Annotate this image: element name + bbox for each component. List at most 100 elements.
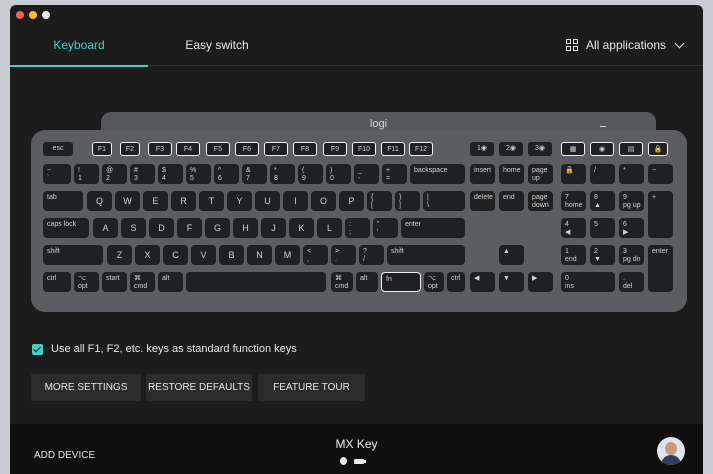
key-comma[interactable]: < , [303,245,328,265]
key-alt[interactable]: alt [158,272,183,292]
key-n5[interactable]: % 5 [186,164,211,184]
tab-easy-switch[interactable]: Easy switch [148,25,286,65]
key-p[interactable]: P [339,191,364,211]
key-n[interactable]: N [247,245,272,265]
key-ralt[interactable]: alt [356,272,378,292]
key-w[interactable]: W [115,191,140,211]
key-e[interactable]: E [143,191,168,211]
key-down[interactable]: ▼ [499,272,524,292]
key-rctrl[interactable]: ctrl [447,272,465,292]
key-esc[interactable]: esc [43,142,73,156]
key-kp0[interactable]: 0 ins [561,272,615,292]
key-f9[interactable]: F9 [323,142,347,156]
key-end[interactable]: end [499,191,524,211]
key-k[interactable]: K [289,218,314,238]
key-j[interactable]: J [261,218,286,238]
key-x[interactable]: X [135,245,160,265]
key-kp7[interactable]: 7 home [561,191,586,211]
key-n1[interactable]: ! 1 [74,164,99,184]
key-slash[interactable]: ? / [359,245,384,265]
function-keys-checkbox[interactable] [32,343,43,355]
more-settings-button[interactable]: MORE SETTINGS [31,374,141,401]
key-right[interactable]: ▶ [528,272,553,292]
key-lock[interactable]: 🔒 [648,142,668,156]
key-f10[interactable]: F10 [352,142,376,156]
key-pgup[interactable]: page up [528,164,553,184]
key-lshift[interactable]: shift [43,245,103,265]
key-insert[interactable]: insert [470,164,495,184]
key-up[interactable]: ▲ [499,245,524,265]
key-rbrace[interactable]: } ] [395,191,420,211]
key-fnkey[interactable]: fn [381,272,421,292]
key-kp4[interactable]: 4 ◀ [561,218,586,238]
key-lcmd[interactable]: ⌘ cmd [130,272,155,292]
key-l[interactable]: L [317,218,342,238]
key-cam[interactable]: ◉ [590,142,614,156]
key-f6[interactable]: F6 [235,142,259,156]
key-minus[interactable]: _ - [354,164,379,184]
key-s[interactable]: S [121,218,146,238]
key-v[interactable]: V [191,245,216,265]
key-f4[interactable]: F4 [176,142,200,156]
avatar[interactable] [657,437,685,465]
key-f8[interactable]: F8 [293,142,317,156]
key-y[interactable]: Y [227,191,252,211]
key-kp8[interactable]: 8 ▲ [590,191,615,211]
key-a[interactable]: A [93,218,118,238]
key-f7[interactable]: F7 [264,142,288,156]
tab-keyboard[interactable]: Keyboard [10,25,148,67]
key-f2[interactable]: F2 [120,142,140,156]
key-b[interactable]: B [219,245,244,265]
key-f[interactable]: F [177,218,202,238]
key-u[interactable]: U [255,191,280,211]
key-kpstar[interactable]: * [619,164,644,184]
key-calc[interactable]: ▦ [561,142,585,156]
key-quote[interactable]: " ' [373,218,398,238]
key-m[interactable]: M [275,245,300,265]
key-period[interactable]: > . [331,245,356,265]
key-q[interactable]: Q [87,191,112,211]
key-n2[interactable]: @ 2 [102,164,127,184]
key-kpslash[interactable]: / [590,164,615,184]
key-z[interactable]: Z [107,245,132,265]
key-pipe[interactable]: | \ [423,191,465,211]
key-ropt[interactable]: ⌥ opt [424,272,444,292]
close-window-button[interactable] [16,11,24,19]
key-kp5[interactable]: 5 [590,218,615,238]
minimize-window-button[interactable] [29,11,37,19]
key-delete[interactable]: delete [470,191,495,211]
key-es2[interactable]: 2◉ [499,142,523,156]
key-start[interactable]: start [102,272,127,292]
restore-defaults-button[interactable]: RESTORE DEFAULTS [146,374,252,401]
key-enter[interactable]: enter [401,218,465,238]
key-c[interactable]: C [163,245,188,265]
key-semi[interactable]: : ; [345,218,370,238]
maximize-window-button[interactable] [42,11,50,19]
key-lbrace[interactable]: { [ [367,191,392,211]
key-tab[interactable]: tab [43,191,83,211]
key-caps[interactable]: caps lock [43,218,89,238]
key-f3[interactable]: F3 [148,142,172,156]
key-f12[interactable]: F12 [409,142,433,156]
key-menu[interactable]: ▤ [619,142,643,156]
key-n7[interactable]: & 7 [242,164,267,184]
key-t[interactable]: T [199,191,224,211]
key-n0[interactable]: ) 0 [326,164,351,184]
key-left[interactable]: ◀ [470,272,495,292]
key-rcmd[interactable]: ⌘ cmd [331,272,353,292]
key-kp1[interactable]: 1 end [561,245,586,265]
key-grave[interactable]: ~ ` [43,164,71,184]
key-equal[interactable]: + = [382,164,407,184]
key-g[interactable]: G [205,218,230,238]
key-f11[interactable]: F11 [381,142,405,156]
key-rshift[interactable]: shift [387,245,465,265]
key-o[interactable]: O [311,191,336,211]
key-es1[interactable]: 1◉ [470,142,494,156]
key-n6[interactable]: ^ 6 [214,164,239,184]
key-backspace[interactable]: backspace [410,164,465,184]
key-numlock[interactable]: 🔒 [561,164,586,184]
key-home[interactable]: home [499,164,524,184]
applications-dropdown[interactable]: All applications [565,25,685,65]
key-es3[interactable]: 3◉ [528,142,552,156]
key-kpenter[interactable]: enter [648,245,673,292]
